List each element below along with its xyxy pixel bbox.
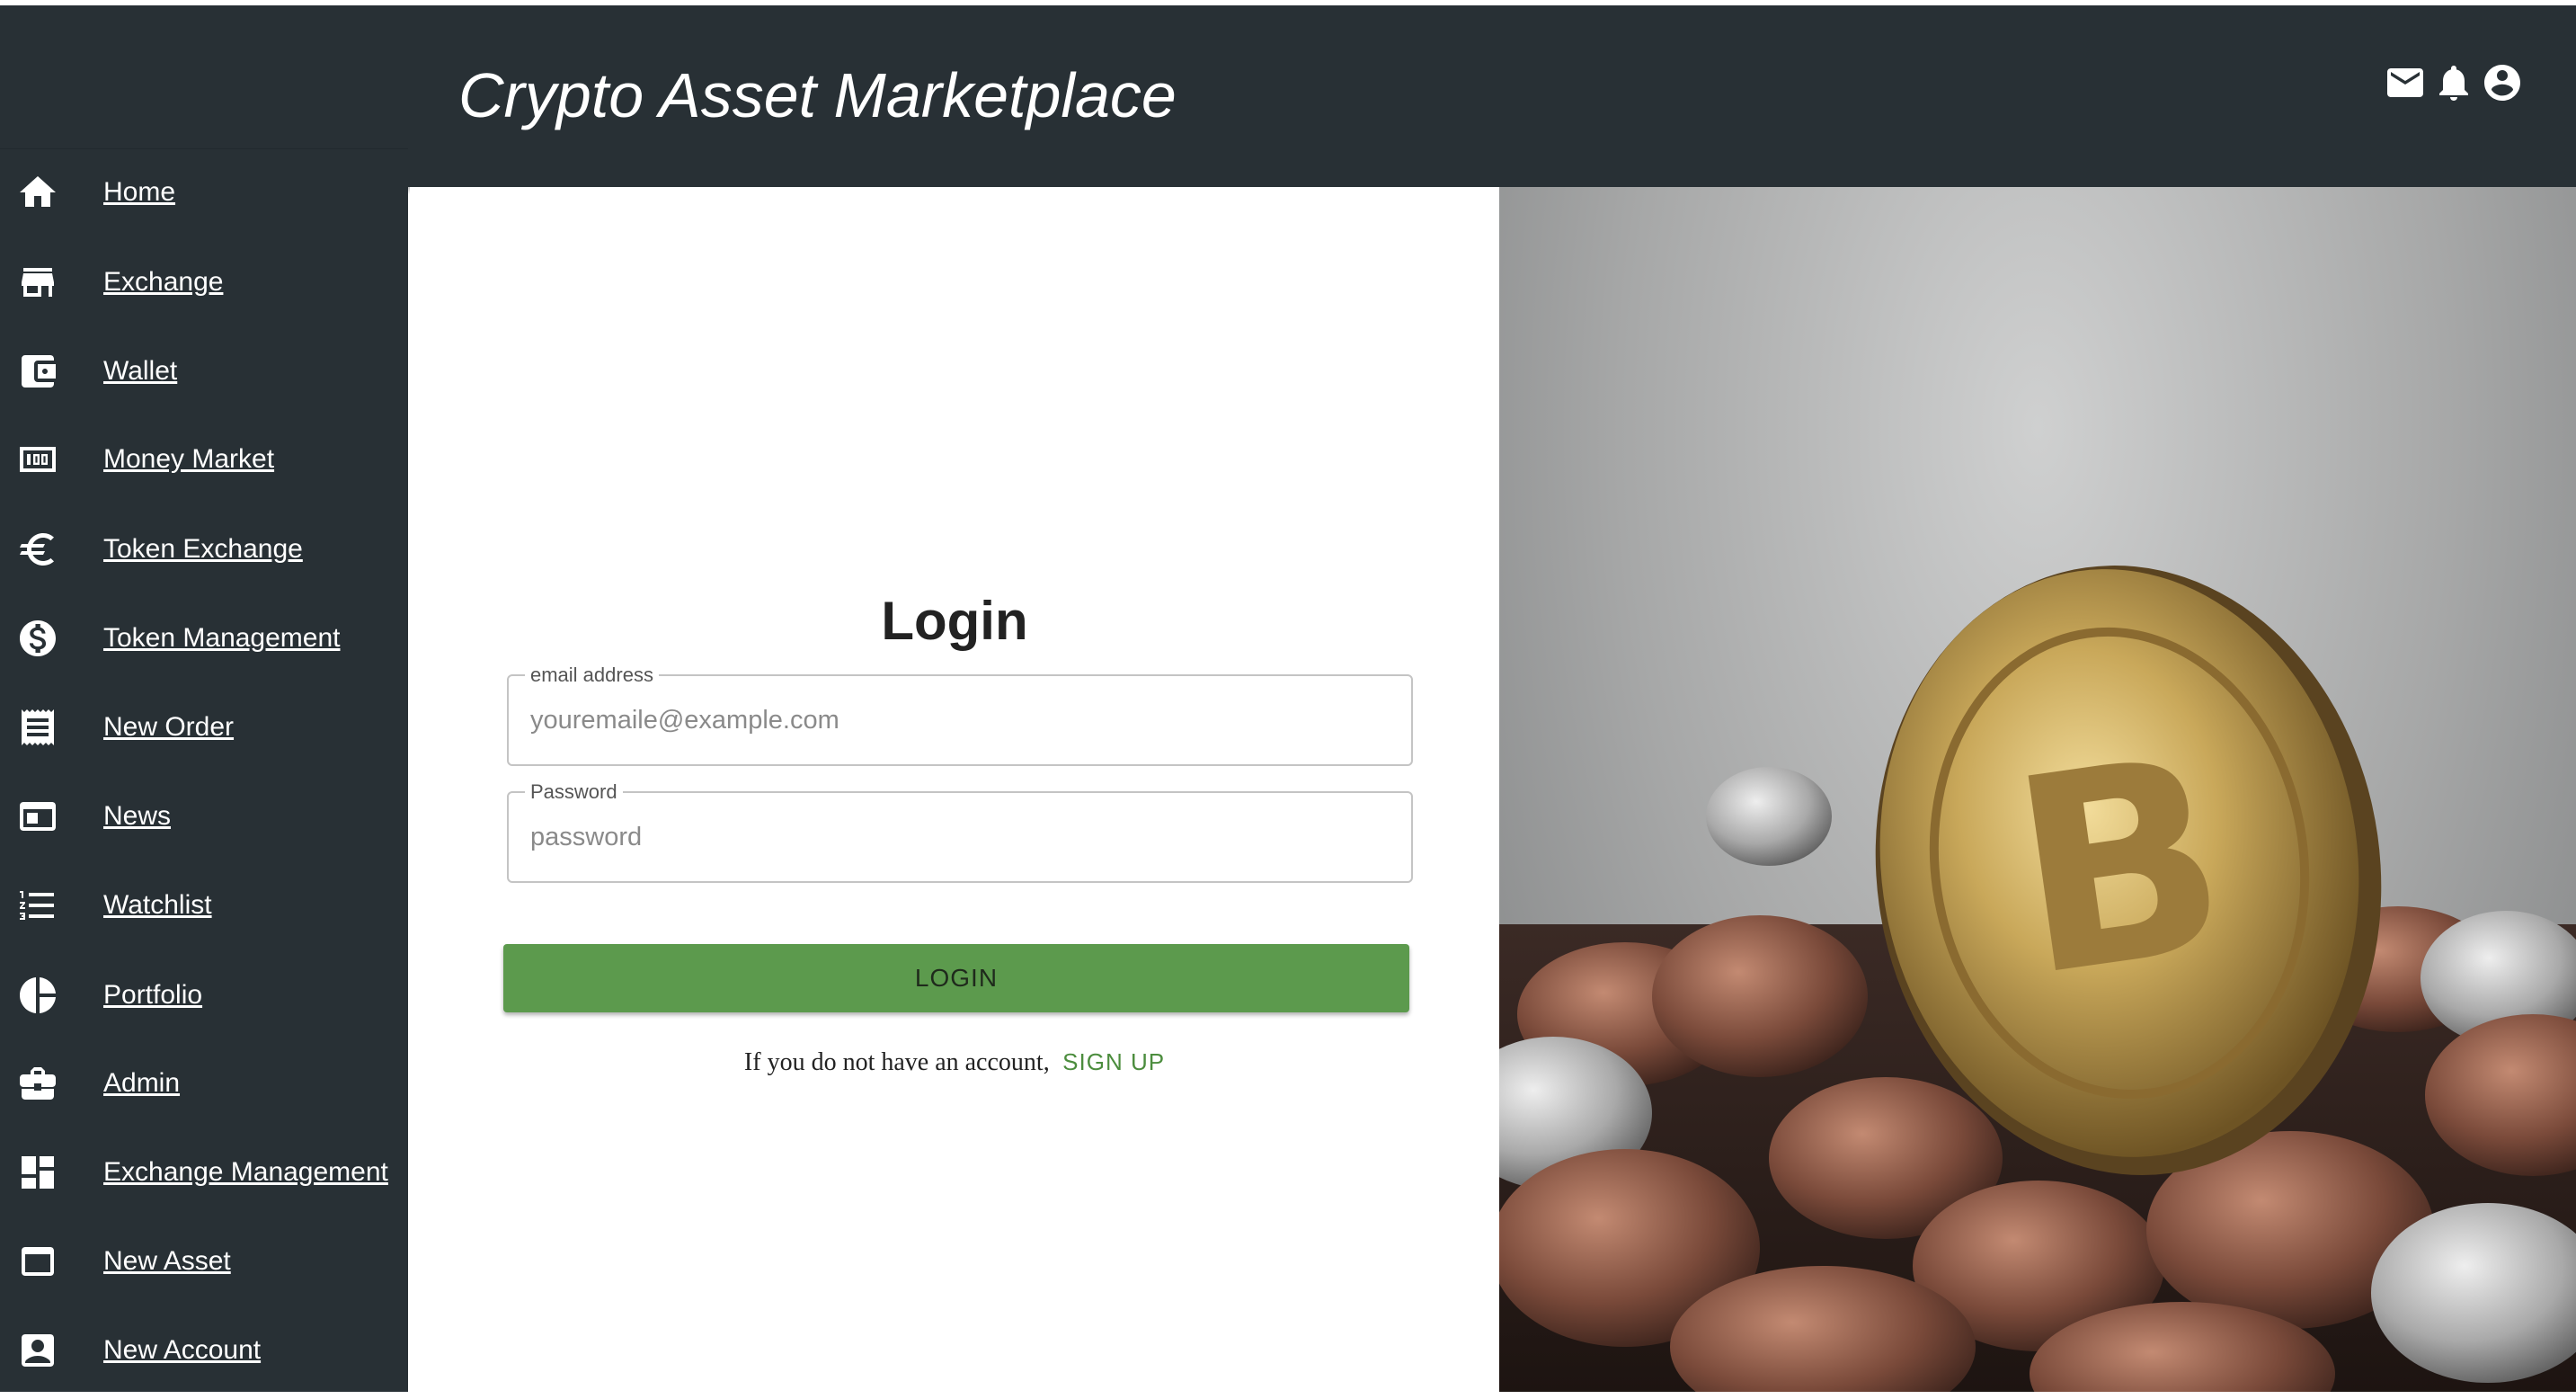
signup-row: If you do not have an account, SIGN UP <box>410 1048 1499 1077</box>
bell-icon[interactable] <box>2432 61 2475 104</box>
app-title: Crypto Asset Marketplace <box>458 60 1177 130</box>
app-header: Crypto Asset Marketplace <box>408 5 2576 187</box>
sidebar-item-admin[interactable]: Admin <box>0 1056 408 1110</box>
pie-chart-icon <box>16 974 59 1017</box>
briefcase-icon <box>16 1062 59 1105</box>
svg-text:B: B <box>1996 698 2243 1037</box>
sidebar-item-money-market[interactable]: Money Market <box>0 432 408 486</box>
sidebar-item-label[interactable]: Token Exchange <box>103 534 303 565</box>
wallet-icon <box>16 350 59 393</box>
sidebar-item-new-asset[interactable]: New Asset <box>0 1234 408 1288</box>
sidebar-item-label[interactable]: News <box>103 801 171 832</box>
hero-image: B <box>1499 187 2576 1392</box>
signup-prompt: If you do not have an account, <box>743 1048 1050 1076</box>
login-title: Login <box>881 591 1028 651</box>
header-actions <box>2384 61 2524 104</box>
sidebar-item-label[interactable]: New Account <box>103 1335 261 1366</box>
sidebar-item-watchlist[interactable]: Watchlist <box>0 878 408 932</box>
sidebar-header <box>0 5 408 149</box>
home-icon <box>16 171 59 214</box>
email-field[interactable]: email address <box>507 664 1413 766</box>
sidebar-item-home[interactable]: Home <box>0 165 408 219</box>
sidebar-item-label[interactable]: Admin <box>103 1068 180 1099</box>
sidebar-item-new-account[interactable]: New Account <box>0 1323 408 1377</box>
store-icon <box>16 261 59 304</box>
sidebar-item-label[interactable]: Home <box>103 177 175 208</box>
account-circle-icon[interactable] <box>2481 61 2524 104</box>
sidebar-item-exchange-management[interactable]: Exchange Management <box>0 1145 408 1199</box>
sidebar-item-token-exchange[interactable]: Token Exchange <box>0 522 408 576</box>
news-card-icon <box>16 795 59 838</box>
sidebar-item-label[interactable]: Exchange <box>103 267 223 298</box>
sidebar-item-label[interactable]: Money Market <box>103 444 274 475</box>
receipt-icon <box>16 706 59 749</box>
password-input[interactable] <box>530 793 1393 881</box>
window-icon <box>16 1240 59 1283</box>
coins-illustration: B <box>1499 566 2576 1392</box>
sidebar-item-portfolio[interactable]: Portfolio <box>0 968 408 1022</box>
signup-link[interactable]: SIGN UP <box>1062 1048 1165 1075</box>
sidebar-item-label[interactable]: Token Management <box>103 623 341 654</box>
login-button[interactable]: LOGIN <box>503 944 1409 1012</box>
email-input[interactable] <box>530 676 1393 764</box>
sidebar-item-token-management[interactable]: Token Management <box>0 611 408 665</box>
sidebar-item-wallet[interactable]: Wallet <box>0 344 408 398</box>
sidebar-item-new-order[interactable]: New Order <box>0 700 408 754</box>
sidebar-item-label[interactable]: New Asset <box>103 1246 231 1277</box>
sidebar-item-label[interactable]: New Order <box>103 712 234 743</box>
sidebar-item-label[interactable]: Wallet <box>103 356 177 387</box>
euro-icon <box>16 528 59 571</box>
dashboard-icon <box>16 1151 59 1194</box>
password-field[interactable]: Password <box>507 780 1413 883</box>
login-panel: Login email address Password LOGIN If yo… <box>410 187 1499 1392</box>
dollar-circle-icon <box>16 617 59 660</box>
numbered-list-icon <box>16 884 59 927</box>
contact-card-icon <box>16 1329 59 1372</box>
money-icon <box>16 438 59 481</box>
mail-icon[interactable] <box>2384 61 2427 104</box>
sidebar-item-label[interactable]: Exchange Management <box>103 1157 388 1188</box>
sidebar: Home Exchange Wallet Money Market Token … <box>0 5 408 1392</box>
sidebar-item-exchange[interactable]: Exchange <box>0 255 408 309</box>
sidebar-item-label[interactable]: Portfolio <box>103 980 202 1011</box>
sidebar-item-label[interactable]: Watchlist <box>103 890 212 921</box>
sidebar-item-news[interactable]: News <box>0 789 408 843</box>
